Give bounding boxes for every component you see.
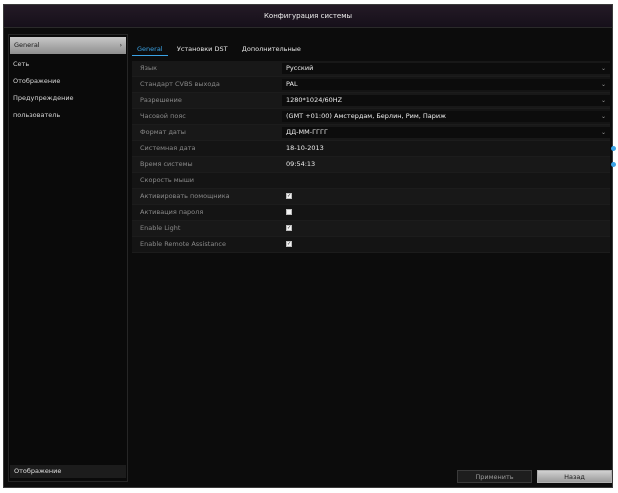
resolution-select[interactable]: 1280*1024/60HZ ⌄ [282, 95, 610, 106]
sidebar-item-label: Сеть [13, 60, 30, 68]
tab-bar: General Установки DST Дополнительные [132, 43, 308, 57]
date-format-select[interactable]: ДД-ММ-ГГГГ ⌄ [282, 127, 610, 138]
chevron-right-icon: › [119, 42, 122, 49]
tab-general[interactable]: General [132, 43, 168, 56]
row-date-format: Формат даты ДД-ММ-ГГГГ ⌄ [132, 125, 610, 141]
calendar-dot-icon[interactable] [611, 146, 616, 151]
row-label: Enable Light [140, 224, 181, 232]
back-button[interactable]: Назад [537, 470, 612, 483]
tab-dst[interactable]: Установки DST [172, 43, 233, 55]
chevron-down-icon: ⌄ [600, 97, 606, 104]
sidebar-item-network[interactable]: Сеть [9, 56, 127, 73]
row-label: Стандарт CVBS выхода [140, 80, 220, 88]
password-checkbox[interactable] [286, 209, 292, 215]
row-timezone: Часовой пояс (GMT +01:00) Амстердам, Бер… [132, 109, 610, 125]
sidebar-item-warning[interactable]: Предупреждение [9, 90, 127, 107]
row-resolution: Разрешение 1280*1024/60HZ ⌄ [132, 93, 610, 109]
select-value: Русский [286, 64, 314, 72]
timezone-select[interactable]: (GMT +01:00) Амстердам, Берлин, Рим, Пар… [282, 111, 610, 122]
row-remote-assistance: Enable Remote Assistance ✓ [132, 237, 610, 253]
row-label: Формат даты [140, 128, 186, 136]
sidebar-bottom-display[interactable]: Отображение [10, 465, 126, 478]
row-label: Время системы [140, 160, 193, 168]
time-value: 09:54:13 [286, 160, 316, 168]
sidebar-item-label: Предупреждение [13, 94, 74, 102]
window-title: Конфигурация системы [4, 5, 612, 28]
select-value: 1280*1024/60HZ [286, 96, 343, 104]
sidebar: General › Сеть Отображение Предупреждени… [8, 34, 128, 482]
row-label: Системная дата [140, 144, 196, 152]
settings-form: Язык Русский ⌄ Стандарт CVBS выхода PAL … [132, 61, 616, 253]
content-panel: General Установки DST Дополнительные Язы… [132, 43, 616, 463]
chevron-down-icon: ⌄ [600, 113, 606, 120]
cvbs-select[interactable]: PAL ⌄ [282, 79, 610, 90]
clock-dot-icon[interactable] [611, 162, 616, 167]
row-label: Разрешение [140, 96, 182, 104]
tab-advanced[interactable]: Дополнительные [237, 43, 306, 55]
row-language: Язык Русский ⌄ [132, 61, 610, 77]
chevron-down-icon: ⌄ [600, 65, 606, 72]
row-label: Enable Remote Assistance [140, 240, 226, 248]
select-value: ДД-ММ-ГГГГ [286, 128, 328, 136]
row-mouse-speed: Скорость мыши [132, 173, 610, 189]
system-time-field[interactable]: 09:54:13 [282, 159, 616, 170]
mouse-speed-slider[interactable] [282, 175, 610, 186]
row-label: Язык [140, 64, 158, 72]
sidebar-item-label: Отображение [13, 77, 61, 85]
row-label: Активация пароля [140, 208, 204, 216]
row-password: Активация пароля [132, 205, 610, 221]
row-system-date: Системная дата 18-10-2013 [132, 141, 616, 157]
row-label: Активировать помощника [140, 192, 230, 200]
row-light: Enable Light ✓ [132, 221, 610, 237]
row-label: Скорость мыши [140, 176, 195, 184]
row-system-time: Время системы 09:54:13 [132, 157, 616, 173]
row-label: Часовой пояс [140, 112, 186, 120]
language-select[interactable]: Русский ⌄ [282, 63, 610, 74]
row-wizard: Активировать помощника ✓ [132, 189, 610, 205]
system-date-field[interactable]: 18-10-2013 [282, 143, 616, 154]
sidebar-item-general[interactable]: General › [10, 37, 126, 54]
chevron-down-icon: ⌄ [600, 129, 606, 136]
select-value: PAL [286, 80, 298, 88]
light-checkbox[interactable]: ✓ [286, 225, 292, 231]
apply-button[interactable]: Применить [457, 470, 532, 483]
sidebar-item-label: пользователь [13, 111, 61, 119]
remote-assistance-checkbox[interactable]: ✓ [286, 241, 292, 247]
select-value: (GMT +01:00) Амстердам, Берлин, Рим, Пар… [286, 112, 446, 120]
chevron-down-icon: ⌄ [600, 81, 606, 88]
row-cvbs: Стандарт CVBS выхода PAL ⌄ [132, 77, 610, 93]
sidebar-item-user[interactable]: пользователь [9, 107, 127, 124]
wizard-checkbox[interactable]: ✓ [286, 193, 292, 199]
config-window: Конфигурация системы General › Сеть Отоб… [3, 4, 616, 488]
date-value: 18-10-2013 [286, 144, 324, 152]
sidebar-item-label: General [14, 41, 40, 49]
sidebar-item-display[interactable]: Отображение [9, 73, 127, 90]
